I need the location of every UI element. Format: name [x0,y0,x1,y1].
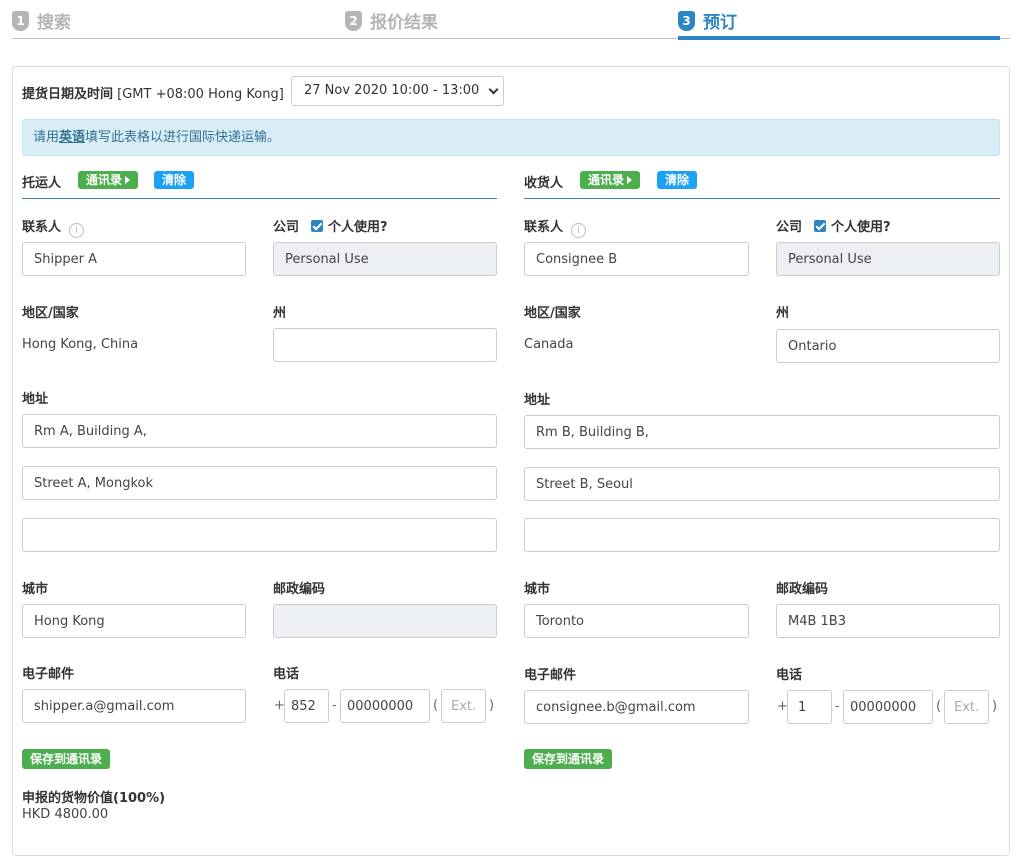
consignee-country-value: Canada [524,337,574,352]
phone-left-paren: ( [936,699,942,714]
pickup-datetime-label: 提货日期及时间 [GMT +08:00 Hong Kong] [22,83,284,102]
shipper-company-input [273,242,497,276]
consignee-zip-label: 邮政编码 [776,582,829,597]
pickup-selected-value: 27 Nov 2020 10:00 - 13:00 [304,83,480,98]
consignee-phone-number[interactable] [843,690,933,724]
phone-dash: - [332,698,337,713]
phone-right-paren: ) [992,699,998,714]
pickup-label-text: 提货日期及时间 [22,87,114,102]
shipper-state-label: 州 [273,306,287,321]
info-icon[interactable]: i [571,223,587,238]
shipper-city-input[interactable] [22,604,246,638]
consignee-state-label: 州 [776,306,790,321]
consignee-contact-label: 联系人 i [524,216,587,238]
booking-stepper: 1 搜索 2 报价结果 3 预订 [12,0,1010,42]
consignee-personal-use-checkbox[interactable] [814,220,827,232]
shipper-state-input[interactable] [273,328,497,362]
shipper-address-line3[interactable] [22,518,497,552]
alert-text: 填写此表格以进行国际快递运输。 [85,130,281,145]
consignee-clear-button[interactable]: 清除 [657,171,698,189]
declared-value: HKD 4800.00 [22,807,109,822]
consignee-address-label: 地址 [524,393,551,408]
consignee-zip-input[interactable] [776,604,1000,638]
consignee-section-divider [524,198,1000,199]
shipper-email-label: 电子邮件 [22,667,75,682]
company-label-text: 公司 [776,220,803,235]
shipper-personal-use-checkbox[interactable] [311,220,324,232]
pickup-datetime-select[interactable]: 27 Nov 2020 10:00 - 13:00 [291,76,504,106]
consignee-city-label: 城市 [524,582,551,597]
step-label: 预订 [703,13,737,33]
contact-label-text: 联系人 [22,220,62,235]
pickup-timezone: [GMT +08:00 Hong Kong] [117,87,284,102]
personal-use-label: 个人使用? [831,220,891,235]
step-search[interactable]: 1 搜索 [12,8,71,33]
shipper-save-to-address-book-button[interactable]: 保存到通讯录 [22,749,111,769]
phone-right-paren: ) [489,698,495,713]
alert-text: 请用 [33,130,60,145]
address-book-label: 通讯录 [588,173,625,187]
shipper-email-input[interactable] [22,689,246,723]
shipper-country-value: Hong Kong, China [22,337,139,352]
shipper-section-divider [22,198,497,199]
step-number: 1 [12,10,29,31]
shipper-address-label: 地址 [22,392,49,407]
consignee-address-line3[interactable] [524,518,1000,552]
consignee-state-input[interactable] [776,329,1000,363]
shipper-city-label: 城市 [22,582,49,597]
consignee-email-input[interactable] [524,690,749,724]
consignee-country-label: 地区/国家 [524,306,581,321]
step-booking[interactable]: 3 预订 [678,8,737,33]
step-label: 搜索 [37,13,71,33]
consignee-email-label: 电子邮件 [524,668,577,683]
step-label: 报价结果 [370,13,438,33]
consignee-company-label: 公司 个人使用? [776,216,891,235]
shipper-phone-ext[interactable] [441,689,486,723]
consignee-address-line1[interactable] [524,415,1000,449]
shipper-company-label: 公司 个人使用? [273,216,388,235]
active-step-indicator [678,36,1000,40]
company-label-text: 公司 [273,220,300,235]
chevron-down-icon [488,84,499,95]
consignee-contact-input[interactable] [524,242,749,276]
shipper-contact-label: 联系人 i [22,216,85,238]
consignee-address-line2[interactable] [524,467,1000,501]
shipper-clear-button[interactable]: 清除 [154,171,195,189]
phone-dash: - [835,699,840,714]
shipper-address-line1[interactable] [22,414,497,448]
consignee-address-book-button[interactable]: 通讯录 [580,171,641,189]
shipper-section-title: 托运人 [22,176,62,191]
shipper-address-line2[interactable] [22,466,497,500]
declared-value-label: 申报的货物价值(100%) [22,791,166,806]
english-notice-alert: 请用英语填写此表格以进行国际快递运输。 [22,119,1000,156]
consignee-save-to-address-book-button[interactable]: 保存到通讯录 [524,749,613,769]
consignee-phone-country-code[interactable] [787,690,832,724]
shipper-phone-country-code[interactable] [284,689,329,723]
shipper-contact-input[interactable] [22,242,246,276]
consignee-phone-label: 电话 [776,668,803,683]
personal-use-label: 个人使用? [328,220,388,235]
shipper-address-book-button[interactable]: 通讯录 [78,171,139,189]
alert-link-english[interactable]: 英语 [59,130,85,145]
shipper-zip-label: 邮政编码 [273,582,326,597]
contact-label-text: 联系人 [524,220,564,235]
consignee-company-input [776,242,1000,276]
info-icon[interactable]: i [69,223,85,238]
step-quote-results[interactable]: 2 报价结果 [345,8,438,33]
shipper-country-label: 地区/国家 [22,306,79,321]
shipper-phone-label: 电话 [273,667,300,682]
step-number: 3 [678,10,695,31]
phone-left-paren: ( [433,698,439,713]
address-book-label: 通讯录 [86,173,123,187]
caret-right-icon [125,176,131,184]
step-number: 2 [345,10,362,31]
consignee-section-title: 收货人 [524,176,564,191]
consignee-phone-ext[interactable] [944,690,989,724]
shipper-phone-number[interactable] [340,689,430,723]
caret-right-icon [627,176,633,184]
shipper-zip-input [273,604,497,638]
consignee-city-input[interactable] [524,604,749,638]
